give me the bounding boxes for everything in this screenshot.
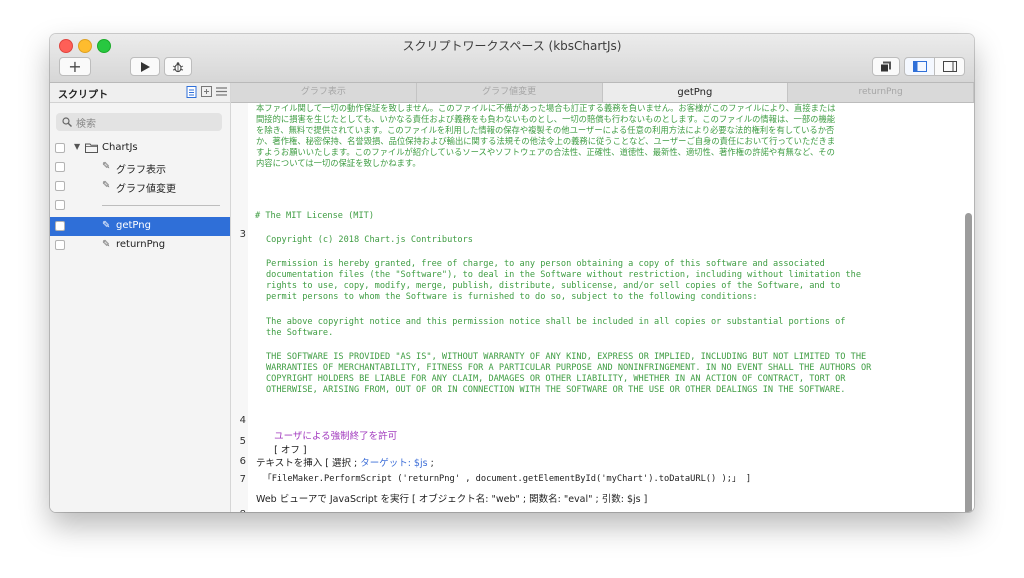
list-menu-icon[interactable]	[216, 86, 227, 97]
include-checkbox[interactable]	[55, 240, 65, 250]
comment-line: を除き、無料で提供されています。このファイルを利用した情報の保存や複製その他ユー…	[256, 125, 835, 135]
include-checkbox[interactable]	[55, 221, 65, 231]
comment-line: Permission is hereby granted, free of ch…	[266, 259, 825, 269]
sidebar-item-label: getPng	[116, 220, 151, 231]
include-checkbox[interactable]	[55, 162, 65, 172]
line-number: 3	[239, 229, 246, 240]
comment-line: rights to use, copy, modify, merge, publ…	[266, 281, 841, 291]
line-number-gutter: 3 4 5 6 7 8 9 10	[231, 103, 248, 512]
vertical-scrollbar[interactable]	[965, 213, 972, 512]
tab-graph-display[interactable]: グラフ表示	[231, 83, 417, 102]
include-checkbox[interactable]	[55, 200, 65, 210]
toggle-right-pane-button[interactable]	[935, 57, 965, 76]
folder-label: ChartJs	[102, 142, 138, 153]
sidebar-item-label: グラフ表示	[116, 165, 166, 176]
script-icon: ✎	[102, 220, 111, 231]
line-number: 7	[239, 474, 246, 485]
line-number: 4	[239, 415, 246, 426]
separator-line	[102, 205, 220, 206]
line-number: 6	[239, 456, 246, 467]
search-placeholder: 検索	[76, 118, 96, 130]
sidebar-item-graph-display[interactable]: ✎ グラフ表示	[50, 158, 230, 177]
script-editor[interactable]: グラフ表示 グラフ値変更 getPng returnPng 3 4 5 6 7 …	[231, 83, 974, 512]
sidebar-item-returnpng[interactable]: ✎ returnPng	[50, 236, 230, 255]
comment-line: # The MIT License (MIT)	[255, 211, 374, 221]
sidebar-header: スクリプト	[50, 83, 230, 103]
comment-line: Copyright (c) 2018 Chart.js Contributors	[266, 235, 473, 245]
sidebar-item-graph-change[interactable]: ✎ グラフ値変更	[50, 177, 230, 196]
line-number: 5	[239, 436, 246, 447]
comment-line: すようお願いいたします。このファイルが紹介しているソースやソフトウェアの合法性、…	[256, 147, 835, 157]
sidebar-item-label: グラフ値変更	[116, 184, 176, 195]
folder-icon	[85, 143, 98, 153]
include-checkbox[interactable]	[55, 143, 65, 153]
card-window-button[interactable]	[872, 57, 900, 76]
comment-line: the Software.	[266, 328, 334, 338]
disclosure-triangle-icon[interactable]: ▼	[74, 142, 80, 151]
new-folder-icon[interactable]	[201, 86, 212, 97]
left-sidebar-icon	[912, 61, 927, 72]
titlebar: スクリプトワークスペース (kbsChartJs) +	[50, 34, 974, 83]
tab-graph-change[interactable]: グラフ値変更	[417, 83, 603, 102]
comment-line: permit persons to whom the Software is f…	[266, 292, 758, 302]
tab-getpng[interactable]: getPng	[602, 83, 789, 102]
toggle-left-pane-button[interactable]	[904, 57, 935, 76]
run-script-button[interactable]	[130, 57, 160, 76]
comment-line: WARRANTIES OF MERCHANTABILITY, FITNESS F…	[266, 363, 872, 373]
window-title: スクリプトワークスペース (kbsChartJs)	[402, 39, 622, 53]
include-checkbox[interactable]	[55, 181, 65, 191]
script-search-input[interactable]: 検索	[56, 113, 222, 131]
scripts-sidebar: スクリプト 検索 ▼ ChartJs ✎ グラフ表示 ✎ グラフ値変更 ✎ ge…	[50, 83, 231, 512]
right-sidebar-icon	[942, 61, 957, 72]
script-step-line-7[interactable]: テキストを挿入 [ 選択 ; ターゲット: $js ;	[256, 455, 434, 469]
script-step-line-8[interactable]: Web ビューアで JavaScript を実行 [ オブジェクト名: "web…	[256, 491, 647, 505]
sidebar-separator-row[interactable]	[50, 196, 230, 215]
script-tabs: グラフ表示 グラフ値変更 getPng returnPng	[231, 83, 974, 103]
comment-line: documentation files (the "Software"), to…	[266, 270, 861, 280]
script-icon: ✎	[102, 161, 111, 172]
comment-line: 内容については一切の保証を致しかねます。	[256, 158, 421, 168]
bug-icon	[172, 61, 184, 72]
comment-line: 本ファイル関して一切の動作保証を致しません。このファイルに不備があった場合も訂正…	[256, 103, 836, 113]
step-calculation: 「FileMaker.PerformScript ('returnPng' , …	[263, 474, 752, 484]
comment-line: COPYRIGHT HOLDERS BE LIABLE FOR ANY CLAI…	[266, 374, 846, 384]
play-icon	[141, 61, 150, 72]
sidebar-title: スクリプト	[58, 90, 108, 101]
script-icon: ✎	[102, 180, 111, 191]
comment-line: THE SOFTWARE IS PROVIDED "AS IS", WITHOU…	[266, 352, 867, 362]
comment-line: 間接的に損害を生じたとしても、いかなる責任および義務をも負わないものとし、一切の…	[256, 114, 836, 124]
plus-icon: +	[68, 56, 82, 76]
comment-line: か、著作権、秘密保持、名誉毀損、品位保持および輸出に関する法規その他法令上の義務…	[256, 136, 836, 146]
tab-returnpng[interactable]: returnPng	[788, 83, 974, 102]
line-number: 8	[231, 509, 246, 512]
sidebar-item-getpng[interactable]: ✎ getPng	[50, 217, 230, 236]
debug-script-button[interactable]	[164, 57, 192, 76]
step-target: ターゲット: $js	[360, 458, 428, 469]
step-name: テキストを挿入 [ 選択 ;	[256, 458, 361, 469]
comment-line: The above copyright notice and this perm…	[266, 317, 846, 327]
step-end: ;	[427, 458, 434, 469]
search-icon	[62, 117, 72, 127]
new-script-icon[interactable]	[186, 86, 197, 98]
script-icon: ✎	[102, 239, 111, 250]
comment-line: OTHERWISE, ARISING FROM, OUT OF OR IN CO…	[266, 385, 846, 395]
step-name: ユーザによる強制終了を許可	[274, 431, 398, 442]
card-stack-icon	[880, 61, 891, 72]
script-workspace-window: スクリプトワークスペース (kbsChartJs) + スクリプト 検索 ▼ C…	[50, 34, 974, 512]
sidebar-folder-chartjs[interactable]: ▼ ChartJs	[50, 139, 230, 158]
sidebar-item-label: returnPng	[116, 239, 166, 250]
new-script-button[interactable]: +	[59, 57, 91, 76]
